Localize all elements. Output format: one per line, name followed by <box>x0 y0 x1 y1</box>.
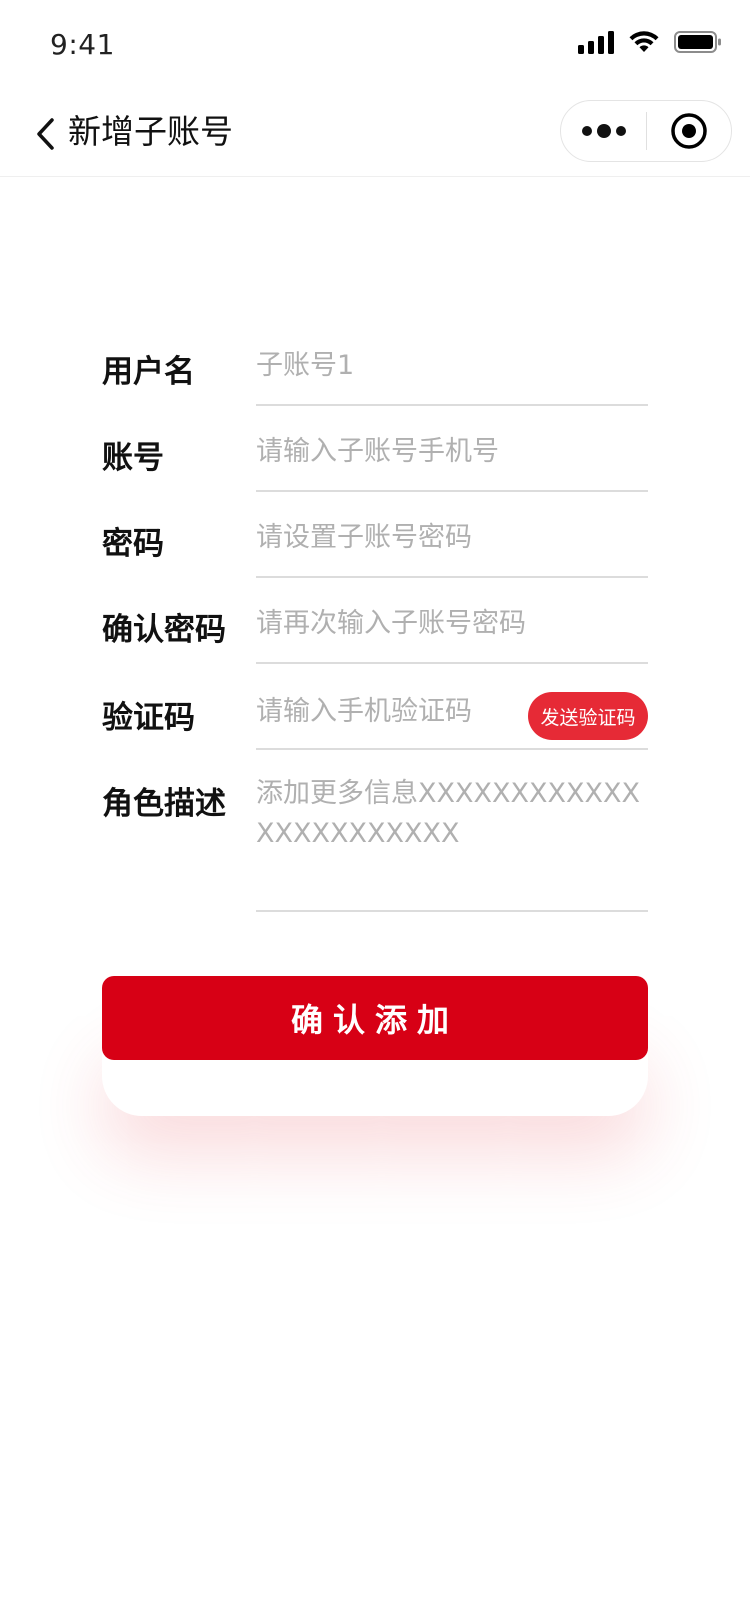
chevron-left-icon <box>37 118 54 150</box>
verification-code-input[interactable] <box>256 696 506 727</box>
verification-code-row: 验证码 发送验证码 <box>102 684 648 754</box>
username-row: 用户名 <box>102 336 648 406</box>
verification-code-field-container: 发送验证码 <box>256 692 648 750</box>
role-description-field-container <box>256 774 648 912</box>
confirm-password-row: 确认密码 <box>102 594 648 664</box>
more-button[interactable] <box>561 101 646 161</box>
battery-icon <box>674 30 722 54</box>
username-field-container <box>256 350 648 406</box>
close-mini-program-button[interactable] <box>647 101 731 161</box>
wifi-icon <box>628 30 660 54</box>
account-phone-input[interactable] <box>256 436 648 467</box>
status-time: 9:41 <box>50 28 115 61</box>
mini-program-capsule <box>560 100 732 162</box>
role-description-textarea[interactable] <box>256 774 648 898</box>
more-icon-dot <box>615 126 626 136</box>
confirm-password-label: 确认密码 <box>102 612 226 648</box>
confirm-password-field-container <box>256 608 648 664</box>
more-icon-dot <box>596 124 611 138</box>
cellular-signal-icon <box>578 30 614 54</box>
more-icon <box>581 126 592 136</box>
username-label: 用户名 <box>102 354 195 390</box>
account-label: 账号 <box>102 440 164 476</box>
account-row: 账号 <box>102 422 648 492</box>
status-bar: 9:41 <box>0 0 750 92</box>
back-button[interactable] <box>24 110 68 158</box>
password-field-container <box>256 522 648 578</box>
account-field-container <box>256 436 648 492</box>
role-description-label: 角色描述 <box>102 786 226 822</box>
confirm-add-button[interactable]: 确认添加 <box>102 976 648 1060</box>
password-row: 密码 <box>102 508 648 578</box>
confirm-password-input[interactable] <box>256 608 648 639</box>
status-icons <box>578 30 722 54</box>
page-title: 新增子账号 <box>68 112 233 151</box>
verification-code-label: 验证码 <box>102 700 195 736</box>
password-input[interactable] <box>256 522 648 553</box>
send-code-button[interactable]: 发送验证码 <box>528 692 648 740</box>
target-close-icon <box>671 113 707 149</box>
navigation-bar: 新增子账号 <box>0 92 750 177</box>
role-description-row: 角色描述 <box>102 774 648 924</box>
submit-container: 确认添加 <box>102 976 648 1060</box>
username-input[interactable] <box>256 350 648 381</box>
password-label: 密码 <box>102 526 164 562</box>
